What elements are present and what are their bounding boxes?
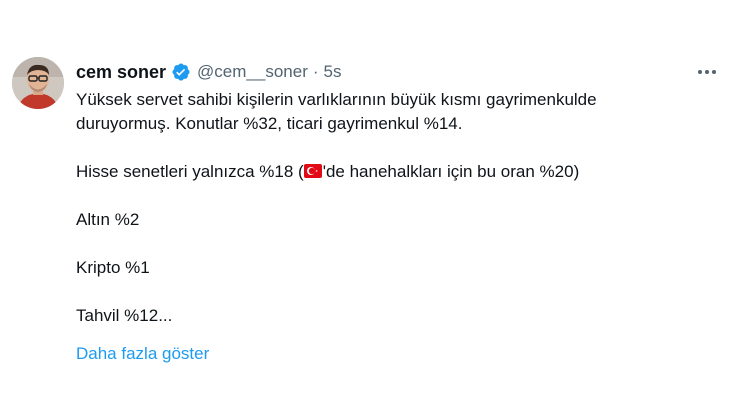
tweet-text-line-6: Tahvil %12... [76,306,173,325]
more-options-button[interactable] [692,62,722,82]
author-handle[interactable]: @cem__soner [197,62,308,82]
tweet-text-line-1: Yüksek servet sahibi kişilerin varlıklar… [76,90,597,109]
turkey-flag-icon [303,162,322,180]
author-name[interactable]: cem soner [76,62,166,83]
more-horizontal-icon [698,70,716,74]
tweet-text-line-4: Altın %2 [76,210,140,229]
timestamp[interactable]: 5s [324,62,342,82]
tweet-text-line-5: Kripto %1 [76,258,150,277]
tweet-text-line-3-after: 'de hanehalkları için bu oran %20) [322,162,580,181]
tweet-header: cem soner @cem__soner · 5s [76,60,342,84]
avatar[interactable] [12,57,64,109]
tweet-text-line-3: Hisse senetleri yalnızca %18 ( 'de haneha… [76,160,706,184]
separator-dot: · [312,62,319,81]
tweet-text: Yüksek servet sahibi kişilerin varlıklar… [76,88,706,328]
show-more-link[interactable]: Daha fazla göster [76,342,209,366]
verified-badge-icon [171,62,191,82]
tweet-text-line-3-before: Hisse senetleri yalnızca %18 ( [76,162,304,181]
avatar-image [12,57,64,109]
tweet: cem soner @cem__soner · 5s Yüksek servet… [0,0,730,420]
tweet-text-line-2: duruyormuş. Konutlar %32, ticari gayrime… [76,114,463,133]
